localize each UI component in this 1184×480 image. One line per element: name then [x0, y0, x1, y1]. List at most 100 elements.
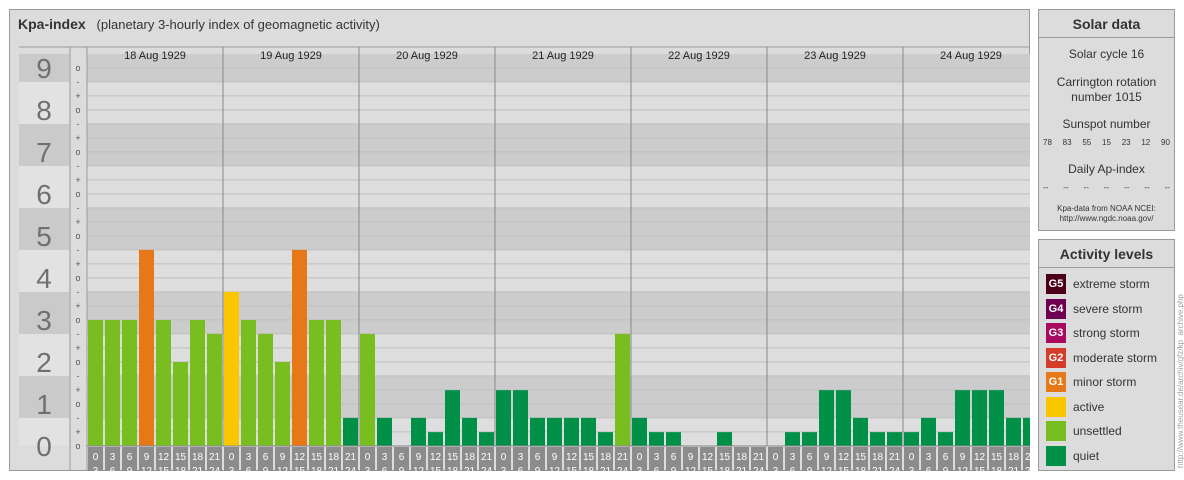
kp-bar — [717, 432, 732, 446]
interval-start-label: 0 — [93, 452, 99, 463]
interval-end-label: 15 — [294, 466, 306, 471]
interval-start-label: 15 — [719, 452, 731, 463]
y-tick-label: 0 — [36, 431, 52, 462]
y-subtick-label: + — [75, 343, 80, 353]
day-label: 22 Aug 1929 — [668, 50, 730, 62]
y-subtick-label: + — [75, 385, 80, 395]
interval-start-label: 9 — [416, 452, 422, 463]
legend-swatch — [1046, 421, 1066, 441]
interval-end-label: 6 — [110, 466, 116, 471]
interval-start-label: 21 — [753, 452, 765, 463]
y-subtick-label: + — [75, 259, 80, 269]
sunspot-value: 55 — [1082, 138, 1092, 147]
kp-bar — [462, 417, 477, 446]
y-subtick-label: - — [77, 245, 80, 255]
ap-index-value: -- — [1043, 183, 1049, 192]
y-subtick-label: o — [75, 399, 80, 409]
interval-start-label: 15 — [991, 452, 1003, 463]
interval-start-label: 18 — [1008, 452, 1020, 463]
kp-bar — [972, 390, 987, 446]
y-subtick-label: - — [77, 371, 80, 381]
interval-end-label: 21 — [600, 466, 612, 471]
y-subtick-label: - — [77, 203, 80, 213]
interval-end-label: 3 — [229, 466, 235, 471]
y-subtick-label: o — [75, 105, 80, 115]
y-subtick-label: o — [75, 231, 80, 241]
interval-start-label: 0 — [229, 452, 235, 463]
interval-start-label: 12 — [430, 452, 442, 463]
day-label: 20 Aug 1929 — [396, 50, 458, 62]
interval-start-label: 12 — [838, 452, 850, 463]
interval-start-label: 9 — [144, 452, 150, 463]
legend-label: moderate storm — [1073, 350, 1158, 365]
interval-end-label: 6 — [790, 466, 796, 471]
legend-item: G2 moderate storm — [1046, 347, 1158, 368]
kp-bar — [139, 249, 154, 446]
legend-swatch: G2 — [1046, 347, 1066, 368]
interval-end-label: 18 — [311, 466, 323, 471]
interval-start-label: 3 — [926, 452, 932, 463]
interval-start-label: 6 — [127, 452, 133, 463]
kp-bar — [938, 432, 953, 446]
interval-start-label: 3 — [382, 452, 388, 463]
interval-end-label: 3 — [909, 466, 915, 471]
y-tick-label: 9 — [36, 53, 52, 84]
interval-start-label: 12 — [158, 452, 170, 463]
interval-end-label: 21 — [328, 466, 340, 471]
kp-chart: 0123456789o+-o+-o+-o+-o+-o+-o+-o+-o+-o18… — [19, 46, 1030, 471]
solar-data-title: Solar data — [1039, 10, 1174, 38]
interval-end-label: 12 — [549, 466, 561, 471]
kp-chart-panel: Kpa-index (planetary 3-hourly index of g… — [9, 9, 1030, 471]
interval-end-label: 15 — [430, 466, 442, 471]
interval-start-label: 21 — [209, 452, 221, 463]
kp-bar — [428, 432, 443, 446]
y-subtick-label: + — [75, 301, 80, 311]
interval-end-label: 18 — [583, 466, 595, 471]
legend-label: active — [1073, 399, 1105, 414]
kp-bar — [513, 390, 528, 446]
legend-swatch: G5 — [1046, 274, 1066, 294]
kp-bar — [224, 291, 239, 446]
kp-bar — [904, 432, 919, 446]
interval-end-label: 9 — [399, 466, 405, 471]
activity-levels-panel: Activity levels G5 extreme storm G4 severe … — [1038, 239, 1175, 471]
sunspot-value: 15 — [1102, 138, 1111, 147]
y-subtick-label: o — [75, 189, 80, 199]
interval-start-label: 0 — [501, 452, 507, 463]
interval-start-label: 6 — [671, 452, 677, 463]
sunspot-value: 90 — [1161, 138, 1170, 147]
y-subtick-label: o — [75, 441, 80, 451]
interval-end-label: 9 — [943, 466, 949, 471]
interval-start-label: 12 — [294, 452, 306, 463]
interval-end-label: 9 — [535, 466, 541, 471]
interval-start-label: 18 — [328, 452, 340, 463]
kp-bar — [853, 417, 868, 446]
y-subtick-label: - — [77, 77, 80, 87]
kp-bar — [479, 432, 494, 446]
sunspot-title: Sunspot number — [1062, 117, 1151, 131]
ap-index-values: -- -- -- -- -- -- -- — [1043, 183, 1170, 192]
interval-start-label: 15 — [855, 452, 867, 463]
interval-end-label: 18 — [719, 466, 731, 471]
interval-end-label: 21 — [192, 466, 204, 471]
y-subtick-label: o — [75, 357, 80, 367]
y-subtick-label: + — [75, 427, 80, 437]
interval-end-label: 12 — [957, 466, 969, 471]
source-note-line1: Kpa-data from NOAA NCEI: — [1057, 204, 1156, 213]
interval-start-label: 18 — [872, 452, 884, 463]
day-label: 21 Aug 1929 — [532, 50, 594, 62]
kp-bar — [615, 333, 630, 446]
kp-band — [87, 207, 1030, 250]
interval-end-label: 3 — [365, 466, 371, 471]
interval-end-label: 15 — [838, 466, 850, 471]
interval-end-label: 6 — [246, 466, 252, 471]
y-tick-label: 5 — [36, 221, 52, 252]
interval-start-label: 15 — [175, 452, 187, 463]
kp-bar — [156, 320, 171, 446]
interval-start-label: 3 — [246, 452, 252, 463]
kp-bar — [496, 390, 511, 446]
kp-band — [87, 123, 1030, 166]
interval-start-label: 9 — [960, 452, 966, 463]
kp-bar — [955, 390, 970, 446]
legend-item: G4 severe storm — [1046, 298, 1142, 319]
